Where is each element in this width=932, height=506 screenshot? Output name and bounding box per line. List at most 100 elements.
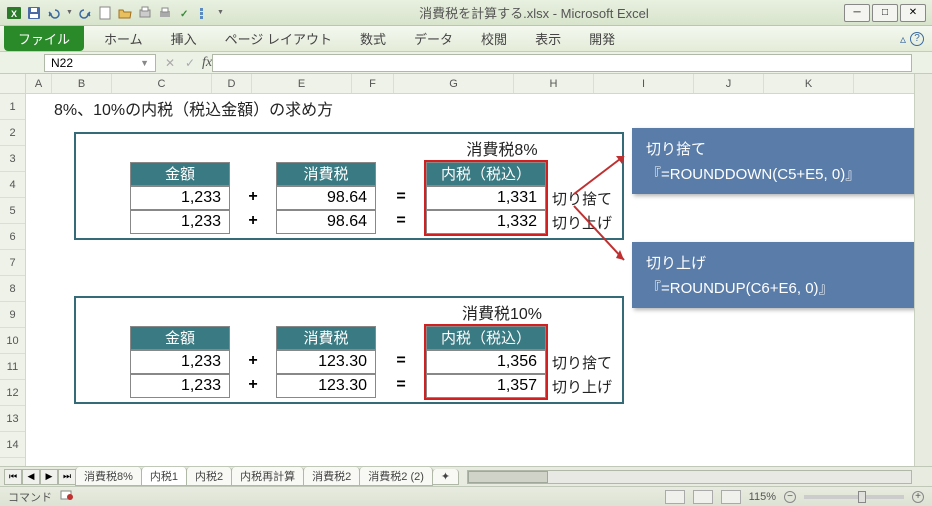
cancel-formula-icon[interactable]: ✕ <box>162 56 178 70</box>
spell-icon[interactable]: ✓ <box>177 5 193 21</box>
row-header[interactable]: 14 <box>0 432 25 458</box>
name-box-dropdown-icon[interactable]: ▼ <box>140 58 149 68</box>
ribbon-minimize-icon[interactable]: ▵ <box>900 32 906 46</box>
zoom-slider[interactable] <box>804 495 904 499</box>
row-header[interactable]: 4 <box>0 172 25 198</box>
col-header[interactable]: B <box>52 74 112 93</box>
sheet-title: 8%、10%の内税（税込金額）の求め方 <box>54 96 333 120</box>
tab-developer[interactable]: 開発 <box>575 26 629 51</box>
sheet-tab[interactable]: 内税1 <box>141 467 187 486</box>
tab-data[interactable]: データ <box>400 26 467 51</box>
sheet-tab[interactable]: 内税2 <box>186 467 232 486</box>
row-header[interactable]: 9 <box>0 302 25 328</box>
view-pagebreak-icon[interactable] <box>721 490 741 504</box>
quick-access-toolbar: X ▼ ✓ ▼ <box>6 5 224 21</box>
sheet-nav-prev[interactable]: ◀ <box>22 469 40 485</box>
print-preview-icon[interactable] <box>137 5 153 21</box>
header-amount: 金額 <box>130 326 230 350</box>
cell-tax[interactable]: 123.30 <box>276 374 376 398</box>
sheet-tab[interactable]: 内税再計算 <box>231 467 304 486</box>
sheet-tab[interactable]: 消費税2 (2) <box>359 467 433 486</box>
tax8-label: 消費税8% <box>442 136 562 160</box>
tab-insert[interactable]: 挿入 <box>157 26 211 51</box>
undo-icon[interactable] <box>46 5 62 21</box>
col-header[interactable]: D <box>212 74 252 93</box>
cell-amount[interactable]: 1,233 <box>130 186 230 210</box>
redo-icon[interactable] <box>77 5 93 21</box>
cell-amount[interactable]: 1,233 <box>130 350 230 374</box>
formula-bar-row: N22 ▼ ✕ ✓ fx <box>0 52 932 74</box>
new-icon[interactable] <box>97 5 113 21</box>
eq-op: = <box>382 188 420 206</box>
row-header[interactable]: 1 <box>0 94 25 120</box>
new-sheet-tab[interactable]: ✦ <box>432 469 459 485</box>
print-icon[interactable] <box>157 5 173 21</box>
sheet-tab-bar: ⏮ ◀ ▶ ⏭ 消費税8% 内税1 内税2 内税再計算 消費税2 消費税2 (2… <box>0 466 932 486</box>
macro-record-icon[interactable] <box>60 489 74 504</box>
name-box[interactable]: N22 ▼ <box>44 54 156 72</box>
open-icon[interactable] <box>117 5 133 21</box>
col-header[interactable]: J <box>694 74 764 93</box>
cell-amount[interactable]: 1,233 <box>130 374 230 398</box>
zoom-level[interactable]: 115% <box>749 491 776 503</box>
close-button[interactable]: ✕ <box>900 4 926 22</box>
col-header[interactable]: H <box>514 74 594 93</box>
fx-icon[interactable]: fx <box>202 55 212 71</box>
sort-icon[interactable] <box>197 5 213 21</box>
row-header[interactable]: 7 <box>0 250 25 276</box>
tab-review[interactable]: 校閲 <box>467 26 521 51</box>
formula-bar[interactable] <box>212 54 912 72</box>
sheet-tab[interactable]: 消費税2 <box>303 467 360 486</box>
sheet-nav-last[interactable]: ⏭ <box>58 469 76 485</box>
tab-view[interactable]: 表示 <box>521 26 575 51</box>
row-header[interactable]: 5 <box>0 198 25 224</box>
col-header[interactable]: A <box>26 74 52 93</box>
sheet-nav-first[interactable]: ⏮ <box>4 469 22 485</box>
sheet-nav-next[interactable]: ▶ <box>40 469 58 485</box>
view-pagelayout-icon[interactable] <box>693 490 713 504</box>
undo-dropdown-icon[interactable]: ▼ <box>66 9 73 16</box>
arrow-roundup <box>570 200 632 270</box>
col-header[interactable]: E <box>252 74 352 93</box>
zoom-in-icon[interactable]: + <box>912 491 924 503</box>
zoom-out-icon[interactable]: − <box>784 491 796 503</box>
minimize-button[interactable]: ─ <box>844 4 870 22</box>
enter-formula-icon[interactable]: ✓ <box>182 56 198 70</box>
col-header[interactable]: F <box>352 74 394 93</box>
hscrollbar[interactable] <box>467 470 912 484</box>
qat-dropdown-icon[interactable]: ▼ <box>217 9 224 16</box>
col-header[interactable]: G <box>394 74 514 93</box>
excel-icon: X <box>6 5 22 21</box>
save-icon[interactable] <box>26 5 42 21</box>
select-all-corner[interactable] <box>0 74 25 94</box>
row-header[interactable]: 6 <box>0 224 25 250</box>
row-header[interactable]: 2 <box>0 120 25 146</box>
row-header[interactable]: 11 <box>0 354 25 380</box>
svg-text:✓: ✓ <box>180 9 188 20</box>
cell-tax[interactable]: 98.64 <box>276 186 376 210</box>
cell-amount[interactable]: 1,233 <box>130 210 230 234</box>
col-header[interactable]: C <box>112 74 212 93</box>
col-header[interactable]: K <box>764 74 854 93</box>
tab-pagelayout[interactable]: ページ レイアウト <box>211 26 346 51</box>
label-down: 切り捨て <box>552 352 612 373</box>
view-normal-icon[interactable] <box>665 490 685 504</box>
row-header[interactable]: 10 <box>0 328 25 354</box>
cell-tax[interactable]: 123.30 <box>276 350 376 374</box>
help-icon[interactable]: ? <box>910 32 924 46</box>
eq-op: = <box>382 352 420 370</box>
row-header[interactable]: 8 <box>0 276 25 302</box>
file-tab[interactable]: ファイル <box>4 26 84 51</box>
cells-area[interactable]: /* drawn via overlay absolute elements b… <box>26 94 914 458</box>
col-header[interactable]: I <box>594 74 694 93</box>
sheet-tab[interactable]: 消費税8% <box>75 467 142 486</box>
row-header[interactable]: 13 <box>0 406 25 432</box>
cell-tax[interactable]: 98.64 <box>276 210 376 234</box>
plus-op: + <box>236 352 270 370</box>
tab-formulas[interactable]: 数式 <box>346 26 400 51</box>
row-header[interactable]: 3 <box>0 146 25 172</box>
vscrollbar[interactable] <box>914 74 932 466</box>
maximize-button[interactable]: □ <box>872 4 898 22</box>
row-header[interactable]: 12 <box>0 380 25 406</box>
tab-home[interactable]: ホーム <box>90 26 157 51</box>
